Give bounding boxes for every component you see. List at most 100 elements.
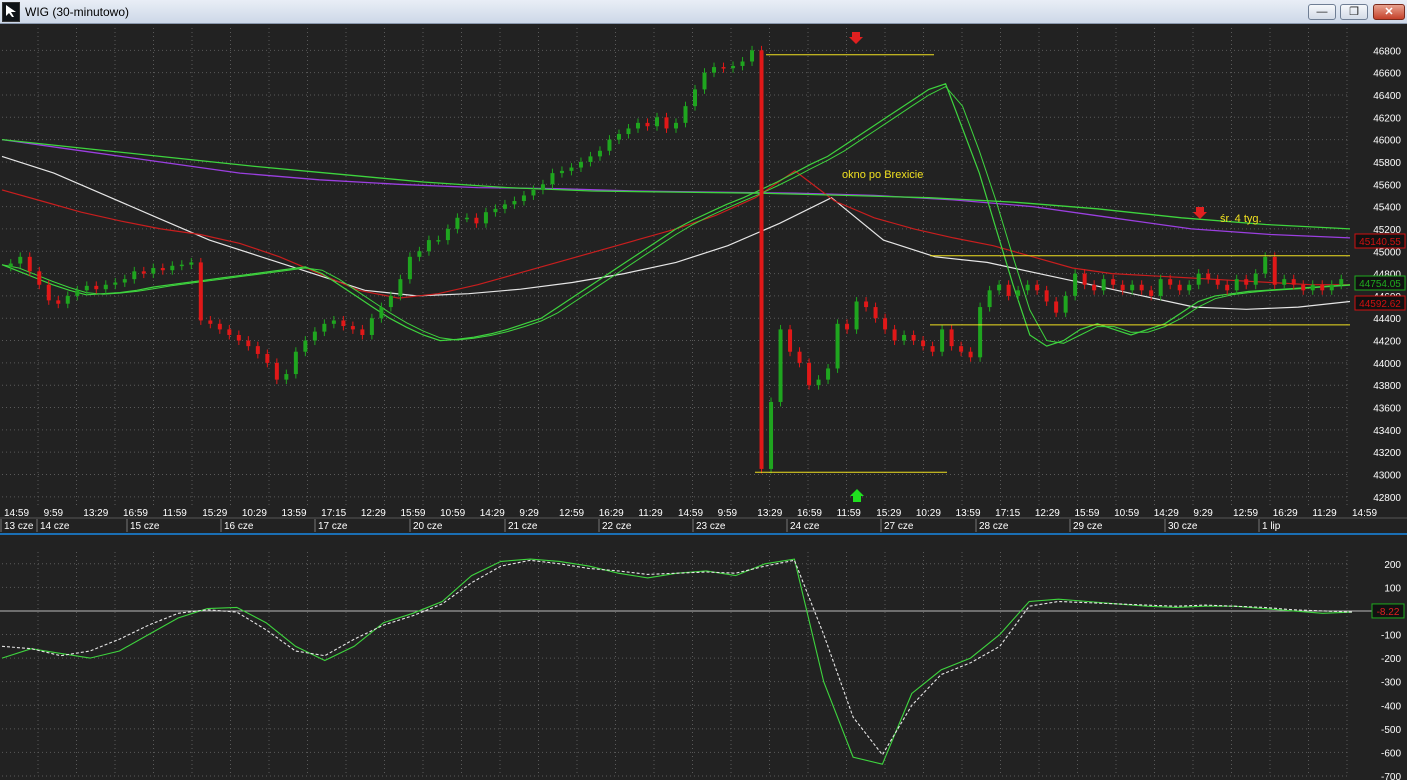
candle-body [132,271,137,280]
candle-body [1329,284,1334,291]
candle-body [407,256,412,280]
time-label: 9:59 [44,508,64,519]
candle-body [1320,284,1325,291]
date-label: 28 cze [979,521,1009,532]
date-label: 13 cze [4,521,34,532]
minimize-button[interactable]: — [1308,4,1336,20]
candle-body [8,263,13,267]
candle-body [1158,279,1163,296]
candle-body [854,301,859,330]
candle-body [1016,290,1021,296]
candle-body [740,61,745,66]
candle-body [208,320,213,324]
time-label: 9:29 [519,508,539,519]
candle-body [721,67,726,69]
date-label: 22 cze [602,521,632,532]
candle-body [388,295,393,308]
candle-body [18,256,23,264]
candle-body [1073,273,1078,296]
candle-body [426,240,431,252]
candle-body [1215,279,1220,285]
price-tick-label: 43200 [1373,448,1401,459]
candle-body [94,285,99,290]
candle-body [189,262,194,265]
candle-body [664,117,669,129]
price-tick-label: 45400 [1373,203,1401,214]
close-icon: ✕ [1384,6,1394,18]
candle-body [702,72,707,90]
candle-body [712,67,717,73]
candle-body [978,307,983,358]
oscillator-tick-label: -100 [1381,631,1401,642]
candle-body [607,139,612,151]
candle-body [635,122,640,129]
candle-body [683,106,688,123]
candle-body [1006,284,1011,296]
candle-body [1139,284,1144,291]
price-tick-label: 45000 [1373,247,1401,258]
candle-body [1339,279,1344,285]
candle-body [493,208,498,213]
candle-body [512,201,517,205]
candle-body [455,217,460,229]
price-tick-label: 43800 [1373,381,1401,392]
candle-body [807,362,812,386]
app-chart-icon[interactable] [2,2,20,22]
date-label: 1 lip [1262,521,1281,532]
candle-body [588,156,593,162]
date-label: 17 cze [318,521,348,532]
time-label: 9:29 [1193,508,1213,519]
candle-body [255,346,260,354]
price-badge-value: 44592.62 [1359,299,1401,310]
time-label: 14:59 [4,508,29,519]
date-label: 30 cze [1168,521,1198,532]
candle-body [759,50,764,469]
candle-body [816,379,821,386]
candle-body [56,300,61,304]
candle-body [274,362,279,380]
candle-body [1035,284,1040,291]
candle-body [569,167,574,171]
price-tick-label: 44400 [1373,314,1401,325]
time-label: 14:59 [678,508,703,519]
time-label: 16:29 [599,508,624,519]
oscillator-tick-label: 200 [1384,560,1401,571]
time-label: 10:29 [916,508,941,519]
candle-body [151,268,156,274]
candle-body [864,301,869,308]
candle-body [616,134,621,140]
candle-body [1168,279,1173,285]
candle-body [65,295,70,304]
candle-body [464,217,469,220]
close-button[interactable]: ✕ [1373,4,1405,20]
oscillator-tick-label: -400 [1381,701,1401,712]
time-label: 12:29 [1035,508,1060,519]
candle-body [84,285,89,291]
candle-body [940,329,945,352]
time-label: 14:29 [480,508,505,519]
candle-body [483,212,488,224]
time-label: 13:59 [282,508,307,519]
restore-button[interactable]: ❐ [1340,4,1368,20]
date-label: 23 cze [696,521,726,532]
time-label: 15:59 [1074,508,1099,519]
candle-body [46,284,51,301]
candle-body [179,264,184,267]
candle-body [217,323,222,330]
oscillator-tick-label: -700 [1381,772,1401,780]
candle-body [1054,301,1059,313]
candle-body [930,346,935,352]
candle-body [1044,290,1049,302]
time-label: 17:15 [995,508,1020,519]
candle-body [436,240,441,242]
time-label: 11:59 [163,508,188,519]
time-label: 10:59 [1114,508,1139,519]
candle-body [1244,279,1249,285]
candle-body [474,217,479,224]
candle-body [883,318,888,330]
candle-body [521,195,526,202]
candle-body [1234,279,1239,291]
candle-body [1149,290,1154,296]
price-tick-label: 46200 [1373,113,1401,124]
candle-body [902,334,907,341]
